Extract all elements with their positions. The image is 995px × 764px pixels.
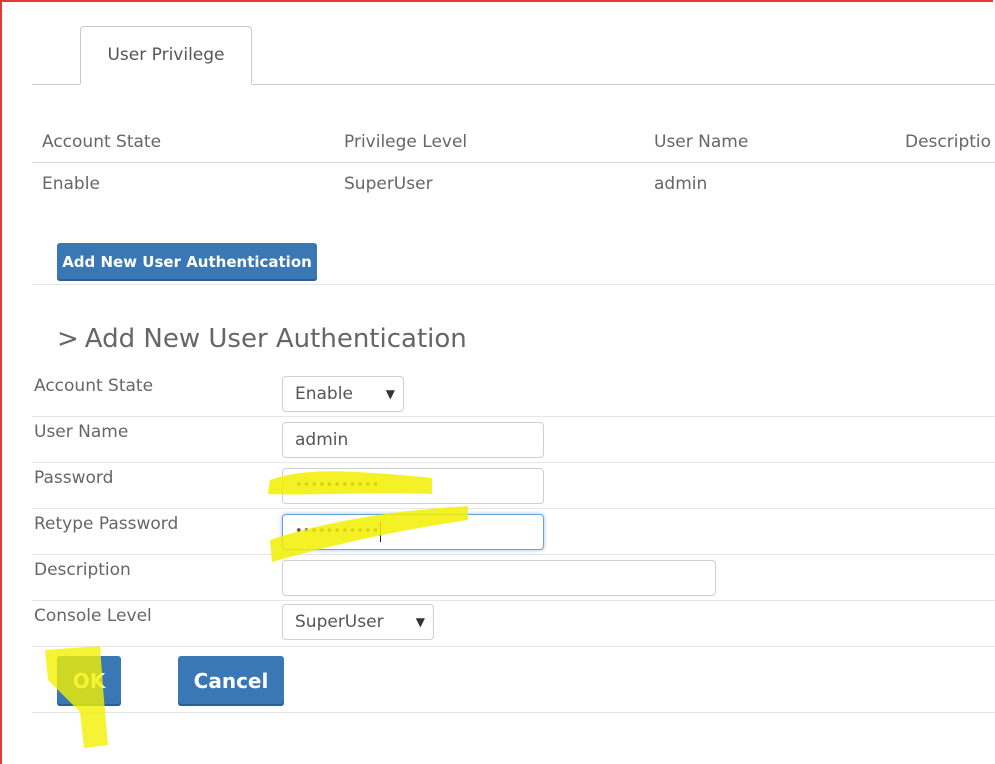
- retype-password-input[interactable]: •••••••••••: [282, 514, 544, 550]
- section-title: > Add New User Authentication: [57, 324, 467, 354]
- cell-account-state: Enable: [42, 174, 100, 194]
- section-title-text: Add New User Authentication: [84, 324, 467, 354]
- console-level-select[interactable]: SuperUser ▼: [282, 604, 434, 640]
- retype-password-value: •••••••••••: [295, 524, 380, 539]
- user-name-input[interactable]: admin: [282, 422, 544, 458]
- cancel-button[interactable]: Cancel: [178, 656, 284, 706]
- tab-strip-line: [32, 84, 80, 85]
- ok-button[interactable]: OK: [57, 656, 121, 706]
- description-label: Description: [34, 560, 131, 580]
- retype-password-label: Retype Password: [34, 514, 179, 534]
- account-state-label: Account State: [34, 376, 154, 396]
- col-privilege-level: Privilege Level: [344, 132, 468, 152]
- table-header: Account State Privilege Level User Name …: [32, 122, 995, 163]
- add-user-authentication-button[interactable]: Add New User Authentication: [57, 243, 317, 281]
- account-state-select[interactable]: Enable ▼: [282, 376, 404, 412]
- row-user-name: User Name admin: [32, 416, 995, 463]
- col-user-name: User Name: [654, 132, 749, 152]
- divider: [32, 284, 995, 285]
- row-retype-password: Retype Password •••••••••••: [32, 508, 995, 555]
- row-console-level: Console Level SuperUser ▼: [32, 600, 995, 647]
- divider: [32, 712, 995, 713]
- dropdown-arrow-icon: ▼: [385, 387, 395, 401]
- tab-strip-line: [252, 84, 995, 85]
- user-name-label: User Name: [34, 422, 129, 442]
- dropdown-arrow-icon: ▼: [415, 615, 425, 629]
- row-description: Description: [32, 554, 995, 601]
- console-level-label: Console Level: [34, 606, 152, 626]
- chevron-right-icon: >: [57, 324, 79, 354]
- table-row[interactable]: Enable SuperUser admin: [32, 164, 995, 204]
- cell-user-name: admin: [654, 174, 708, 194]
- col-account-state: Account State: [42, 132, 162, 152]
- row-password: Password •••••••••••: [32, 462, 995, 509]
- text-cursor: [380, 521, 382, 542]
- col-description: Descriptio: [905, 132, 992, 152]
- tab-user-privilege[interactable]: User Privilege: [80, 26, 252, 84]
- password-input[interactable]: •••••••••••: [282, 468, 544, 504]
- cell-privilege-level: SuperUser: [344, 174, 433, 194]
- account-state-value: Enable: [295, 384, 353, 404]
- console-level-value: SuperUser: [295, 612, 384, 632]
- row-account-state: Account State Enable ▼: [32, 370, 995, 417]
- description-input[interactable]: [282, 560, 716, 596]
- password-label: Password: [34, 468, 114, 488]
